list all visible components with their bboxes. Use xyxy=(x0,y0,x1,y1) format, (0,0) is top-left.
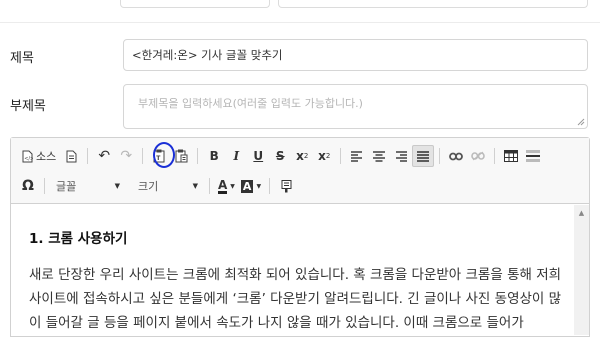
top-field-right[interactable] xyxy=(278,0,588,8)
align-left-icon xyxy=(351,150,363,162)
dropdown-arrow-icon: ▼ xyxy=(256,182,262,190)
unlink-icon xyxy=(471,151,486,161)
subtitle-textarea[interactable]: 부제목을 입력하세요(여러줄 입력도 가능합니다.) xyxy=(123,84,588,129)
format-painter-icon xyxy=(281,179,292,192)
dropdown-arrow-icon: ▼ xyxy=(114,182,120,190)
text-color-button[interactable]: A ▼ xyxy=(215,175,238,197)
italic-button[interactable]: I xyxy=(225,145,247,167)
editor-content[interactable]: 1. 크롬 사용하기 새로 단장한 우리 사이트는 크롬에 최적화 되어 있습니… xyxy=(11,205,574,335)
special-char-button[interactable]: Ω xyxy=(17,175,39,197)
link-button[interactable] xyxy=(445,145,467,167)
bold-button[interactable]: B xyxy=(203,145,225,167)
top-divider xyxy=(0,22,600,23)
toolbar-separator xyxy=(209,178,210,194)
subscript-glyph: x xyxy=(296,149,304,163)
format-painter-button[interactable] xyxy=(275,175,297,197)
toolbar-separator xyxy=(197,148,199,164)
subtitle-label: 부제목 xyxy=(10,99,46,114)
dropdown-arrow-icon: ▼ xyxy=(230,182,235,190)
table-button[interactable] xyxy=(500,145,522,167)
toolbar-row-1: </> 소스 ↶ ↷ T B I U S x 2 x 2 xyxy=(17,145,544,167)
toolbar-separator xyxy=(87,148,89,164)
title-label: 제목 xyxy=(10,51,34,66)
background-color-button[interactable]: A ▼ xyxy=(238,175,264,197)
new-page-icon xyxy=(66,150,77,162)
title-input[interactable]: <한겨레:온> 기사 글꼴 맞추기 xyxy=(123,39,588,71)
superscript-button[interactable]: x2 xyxy=(313,145,335,167)
subtitle-placeholder: 부제목을 입력하세요(여러줄 입력도 가능합니다.) xyxy=(138,97,363,110)
align-right-icon xyxy=(396,150,408,162)
subscript-mark: 2 xyxy=(303,152,309,160)
highlight-circle-annotation xyxy=(153,142,175,168)
content-heading: 1. 크롬 사용하기 xyxy=(29,231,128,247)
font-size-combo-label: 크기 xyxy=(138,180,159,193)
unlink-button[interactable] xyxy=(467,145,489,167)
font-family-combo-label: 글꼴 xyxy=(56,180,77,193)
toolbar-separator xyxy=(340,148,342,164)
align-left-button[interactable] xyxy=(346,145,368,167)
toolbar-separator xyxy=(44,178,45,194)
align-justify-button[interactable] xyxy=(412,145,435,167)
title-input-value: <한겨레:온> 기사 글꼴 맞추기 xyxy=(132,48,283,62)
resize-handle-icon[interactable] xyxy=(577,118,585,126)
strikethrough-button[interactable]: S xyxy=(269,145,291,167)
align-justify-icon xyxy=(417,150,430,162)
svg-text:</>: </> xyxy=(24,156,33,162)
source-label: 소스 xyxy=(36,150,57,163)
align-center-icon xyxy=(373,150,386,162)
toolbar-separator xyxy=(439,148,441,164)
font-family-combo[interactable]: 글꼴 ▼ xyxy=(50,176,126,196)
redo-button[interactable]: ↷ xyxy=(115,145,137,167)
paste-word-icon xyxy=(175,149,188,163)
background-color-glyph: A xyxy=(240,179,254,193)
source-icon: </> xyxy=(22,150,33,162)
rich-text-editor: </> 소스 ↶ ↷ T B I U S x 2 x 2 Ω 글꼴 ▼ 크기 ▼… xyxy=(10,137,590,337)
superscript-glyph: x xyxy=(318,149,326,163)
source-button[interactable]: </> 소스 xyxy=(17,145,60,167)
new-page-button[interactable] xyxy=(60,145,82,167)
toolbar-row-2: Ω 글꼴 ▼ 크기 ▼ A ▼ A ▼ xyxy=(17,175,297,197)
dropdown-arrow-icon: ▼ xyxy=(192,182,198,190)
superscript-mark: 2 xyxy=(325,152,331,160)
link-icon xyxy=(449,152,464,160)
text-color-glyph: A xyxy=(218,177,228,194)
editor-scrollbar[interactable]: ▲ xyxy=(574,205,589,335)
align-right-button[interactable] xyxy=(390,145,412,167)
underline-button[interactable]: U xyxy=(247,145,269,167)
undo-button[interactable]: ↶ xyxy=(93,145,115,167)
top-field-left[interactable] xyxy=(120,0,270,8)
content-paragraph: 새로 단장한 우리 사이트는 크롬에 최적화 되어 있습니다. 혹 크롬을 다운… xyxy=(29,267,562,331)
toolbar-separator xyxy=(142,148,144,164)
font-size-combo[interactable]: 크기 ▼ xyxy=(132,176,204,196)
table-icon xyxy=(504,150,519,162)
align-center-button[interactable] xyxy=(368,145,390,167)
horizontal-rule-button[interactable] xyxy=(522,145,544,167)
toolbar-separator xyxy=(269,178,271,194)
editor-toolbar: </> 소스 ↶ ↷ T B I U S x 2 x 2 Ω 글꼴 ▼ 크기 ▼… xyxy=(11,138,589,204)
scroll-up-arrow-icon[interactable]: ▲ xyxy=(574,209,589,217)
toolbar-separator xyxy=(494,148,496,164)
horizontal-rule-icon xyxy=(526,150,541,162)
subscript-button[interactable]: x2 xyxy=(291,145,313,167)
